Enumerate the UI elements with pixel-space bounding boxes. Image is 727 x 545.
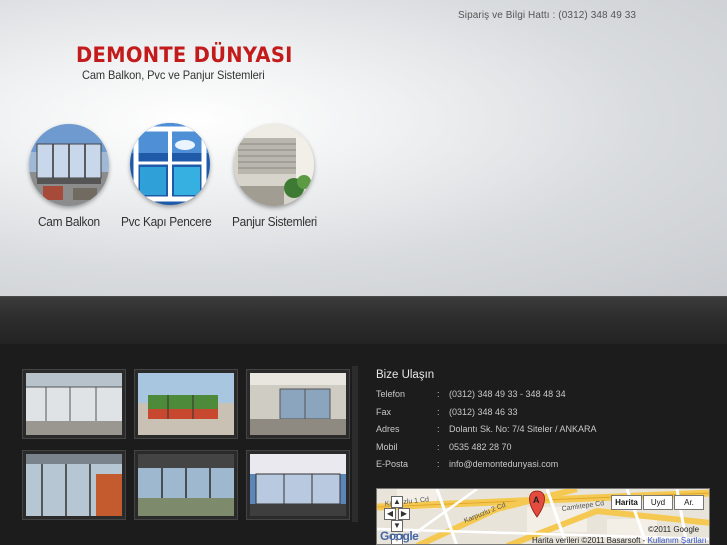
map-marker-letter: A bbox=[533, 495, 540, 505]
map-terms-link[interactable]: Kullanım Şartları bbox=[648, 536, 707, 544]
map-data-attribution: Harita verileri ©2011 Basarsoft - Kullan… bbox=[532, 536, 707, 545]
contact-title: Bize Ulaşın bbox=[376, 369, 435, 381]
pvc-window-photo[interactable] bbox=[130, 123, 210, 205]
contact-sep: : bbox=[437, 459, 440, 469]
gallery-thumb[interactable] bbox=[246, 369, 350, 439]
pan-up-icon[interactable]: ▲ bbox=[391, 496, 403, 508]
contact-sep: : bbox=[437, 389, 440, 399]
contact-sep: : bbox=[437, 407, 440, 417]
gallery-thumb[interactable] bbox=[134, 450, 238, 520]
nav-band bbox=[0, 296, 727, 344]
photo-gallery bbox=[22, 369, 352, 520]
map-type-map-button[interactable]: Harita bbox=[611, 495, 642, 510]
contact-key: Telefon bbox=[376, 389, 406, 399]
map-type-satellite-button[interactable]: Uyd bbox=[643, 495, 673, 510]
pan-left-icon[interactable]: ◀ bbox=[384, 508, 396, 520]
category-label-cam-balkon[interactable]: Cam Balkon bbox=[38, 215, 100, 229]
shutter-photo[interactable] bbox=[234, 124, 314, 206]
contact-sep: : bbox=[437, 442, 440, 452]
contact-key: Adres bbox=[376, 424, 400, 434]
footer-section: Bize Ulaşın Telefon : (0312) 348 49 33 -… bbox=[0, 344, 727, 545]
header: Sipariş ve Bilgi Hattı : (0312) 348 49 3… bbox=[0, 0, 727, 296]
google-logo[interactable]: Google bbox=[380, 529, 419, 543]
contact-value: (0312) 348 46 33 bbox=[449, 407, 518, 417]
map-data-text: Harita verileri ©2011 Basarsoft - bbox=[532, 536, 648, 545]
hotline-text: Sipariş ve Bilgi Hattı : (0312) 348 49 3… bbox=[458, 10, 637, 21]
map-type-terrain-button[interactable]: Ar. bbox=[674, 495, 704, 510]
gallery-thumb[interactable] bbox=[22, 369, 126, 439]
gallery-thumb[interactable] bbox=[22, 450, 126, 520]
contact-key: E-Posta bbox=[376, 459, 409, 469]
logo-subtitle: Cam Balkon, Pvc ve Panjur Sistemleri bbox=[82, 68, 265, 82]
contact-sep: : bbox=[437, 424, 440, 434]
contact-key: Mobil bbox=[376, 442, 398, 452]
contact-value: 0535 482 28 70 bbox=[449, 442, 512, 452]
logo-title[interactable]: DEMONTE DÜNYASI bbox=[76, 43, 293, 67]
map-copyright: ©2011 Google bbox=[648, 525, 700, 534]
contact-value: Dolantı Sk. No: 7/4 Siteler / ANKARA bbox=[449, 424, 597, 434]
contact-value: (0312) 348 49 33 - 348 48 34 bbox=[449, 389, 566, 399]
divider bbox=[352, 366, 358, 522]
pan-right-icon[interactable]: ▶ bbox=[398, 508, 410, 520]
google-map[interactable]: Karpuzlu 1 Cd Karpuzlu 2 Cd Camlıtepe Cd… bbox=[376, 488, 710, 545]
glass-balcony-photo[interactable] bbox=[29, 124, 109, 206]
contact-email-link[interactable]: info@demontedunyasi.com bbox=[449, 459, 558, 469]
category-label-pvc[interactable]: Pvc Kapı Pencere bbox=[121, 215, 212, 229]
gallery-thumb[interactable] bbox=[134, 369, 238, 439]
gallery-thumb[interactable] bbox=[246, 450, 350, 520]
category-label-panjur[interactable]: Panjur Sistemleri bbox=[232, 215, 317, 229]
contact-key: Fax bbox=[376, 407, 392, 417]
